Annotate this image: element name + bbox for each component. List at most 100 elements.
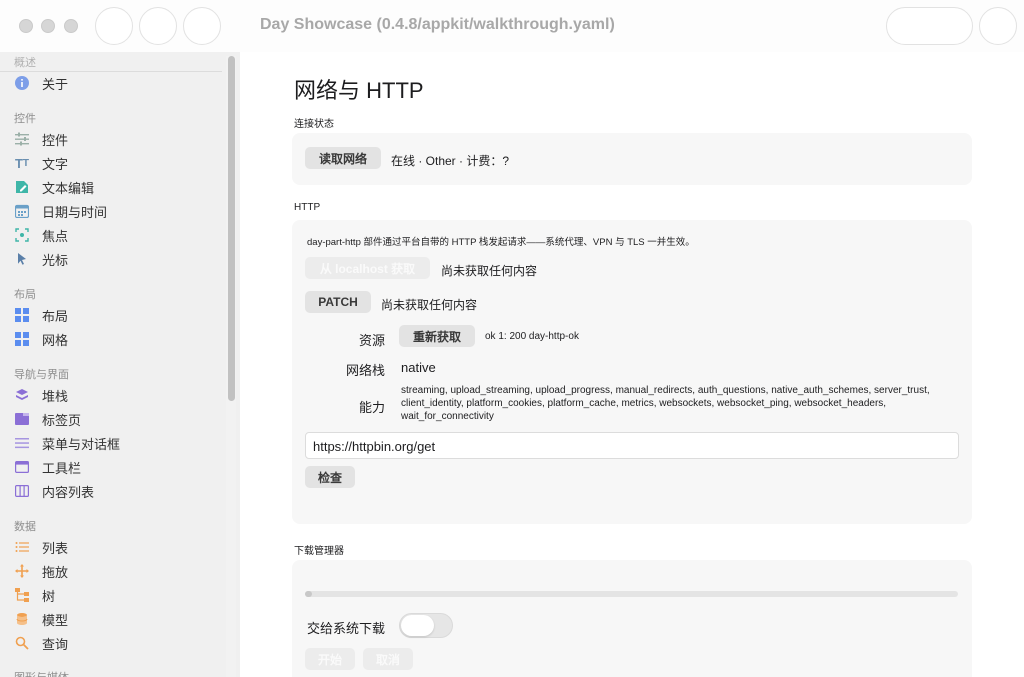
sidebar-item-cursor[interactable]: 光标: [14, 248, 219, 270]
capabilities-label: 能力: [359, 400, 386, 415]
sidebar-item-model[interactable]: 模型: [14, 608, 219, 630]
database-icon: [14, 611, 30, 627]
search-icon: [14, 635, 30, 651]
close-window-button[interactable]: [19, 19, 33, 33]
cancel-button[interactable]: 取消: [363, 648, 413, 670]
sidebar-item-content-list[interactable]: 内容列表: [14, 480, 219, 502]
connection-status-label: 连接状态: [294, 119, 334, 130]
sidebar-item-text[interactable]: TT 文字: [14, 152, 219, 174]
toolbar-button-1[interactable]: [95, 7, 133, 45]
sidebar-item-tabs[interactable]: 标签页: [14, 408, 219, 430]
localhost-status: 尚未获取任何内容: [441, 264, 538, 278]
patch-status: 尚未获取任何内容: [381, 298, 478, 312]
sidebar-section-controls: 控件: [14, 113, 36, 125]
edit-doc-icon: [14, 179, 30, 195]
network-stack-label: 网络栈: [346, 363, 386, 378]
patch-button[interactable]: PATCH: [305, 291, 371, 313]
sidebar-item-about[interactable]: 关于: [14, 72, 219, 94]
sliders-icon: [14, 131, 30, 147]
layout-icon: [14, 307, 30, 323]
sidebar-item-label: 焦点: [42, 228, 69, 244]
page-title: 网络与 HTTP: [294, 78, 424, 103]
window-title: Day Showcase (0.4.8/appkit/walkthrough.y…: [260, 16, 615, 33]
toolbar-icon: [14, 459, 30, 475]
columns-icon: [14, 483, 30, 499]
download-progress-bar: [305, 591, 958, 597]
url-input[interactable]: https://httpbin.org/get: [305, 432, 959, 459]
info-icon: [14, 75, 30, 91]
fetch-localhost-button[interactable]: 从 localhost 获取: [305, 257, 430, 279]
toggle-knob: [401, 615, 434, 636]
connection-panel: 读取网络 在线 · Other · 计费：?: [292, 133, 972, 185]
tabs-icon: [14, 411, 30, 427]
sidebar-section-overview: 概述: [14, 57, 36, 69]
title-bar: Day Showcase (0.4.8/appkit/walkthrough.y…: [0, 0, 1024, 52]
sidebar-item-focus[interactable]: 焦点: [14, 224, 219, 246]
sidebar-section-layout: 布局: [14, 289, 36, 301]
focus-icon: [14, 227, 30, 243]
sidebar-item-label: 日期与时间: [42, 204, 108, 220]
sidebar-item-drag-drop[interactable]: 拖放: [14, 560, 219, 582]
toolbar-pill-button[interactable]: [886, 7, 973, 45]
sidebar-item-grid[interactable]: 网格: [14, 328, 219, 350]
handoff-toggle[interactable]: [399, 613, 453, 638]
connection-status-text: 在线 · Other · 计费：?: [391, 154, 510, 168]
move-icon: [14, 563, 30, 579]
sidebar-item-label: 标签页: [42, 412, 82, 428]
sidebar-item-label: 布局: [42, 308, 69, 324]
sidebar-item-label: 工具栏: [42, 460, 82, 476]
sidebar-item-label: 控件: [42, 132, 69, 148]
sidebar-item-label: 模型: [42, 612, 69, 628]
sidebar-item-toolbar[interactable]: 工具栏: [14, 456, 219, 478]
sidebar: 概述 关于 控件 控件 TT 文字 文本编辑 日期与时间 焦点 光标 布局 布局…: [0, 52, 240, 677]
sidebar-item-label: 查询: [42, 636, 69, 652]
tree-icon: [14, 587, 30, 603]
download-panel: 交给系统下载 开始 取消: [292, 560, 972, 677]
http-panel: day-part-http 部件通过平台自带的 HTTP 栈发起请求——系统代理…: [292, 220, 972, 524]
stack-icon: [14, 387, 30, 403]
text-icon: TT: [14, 155, 30, 171]
list-icon: [14, 539, 30, 555]
resource-value: ok 1: 200 day-http-ok: [485, 331, 579, 342]
toolbar-button-2[interactable]: [139, 7, 177, 45]
sidebar-item-label: 列表: [42, 540, 69, 556]
network-stack-value: native: [401, 360, 436, 375]
sidebar-item-label: 网格: [42, 332, 69, 348]
sidebar-item-date-time[interactable]: 日期与时间: [14, 200, 219, 222]
zoom-window-button[interactable]: [64, 19, 78, 33]
read-network-button[interactable]: 读取网络: [305, 147, 381, 169]
http-description: day-part-http 部件通过平台自带的 HTTP 栈发起请求——系统代理…: [307, 237, 695, 248]
menu-icon: [14, 435, 30, 451]
main-content: 网络与 HTTP 连接状态 读取网络 在线 · Other · 计费：? HTT…: [240, 52, 1024, 677]
cursor-icon: [14, 251, 30, 267]
sidebar-scrollbar-thumb[interactable]: [228, 56, 235, 401]
sidebar-item-list[interactable]: 列表: [14, 536, 219, 558]
toolbar-button-3[interactable]: [183, 7, 221, 45]
sidebar-section-graphics-media: 图形与媒体: [14, 669, 69, 677]
sidebar-item-query[interactable]: 查询: [14, 632, 219, 654]
refetch-button[interactable]: 重新获取: [399, 325, 475, 347]
download-manager-label: 下载管理器: [294, 546, 344, 557]
start-button[interactable]: 开始: [305, 648, 355, 670]
sidebar-item-controls[interactable]: 控件: [14, 128, 219, 150]
resource-label: 资源: [359, 333, 386, 348]
sidebar-item-menus-dialogs[interactable]: 菜单与对话框: [14, 432, 219, 454]
sidebar-section-navigation: 导航与界面: [14, 369, 69, 381]
capabilities-value: streaming, upload_streaming, upload_prog…: [401, 385, 930, 422]
sidebar-item-tree[interactable]: 树: [14, 584, 219, 606]
handoff-label: 交给系统下载: [307, 621, 386, 636]
minimize-window-button[interactable]: [41, 19, 55, 33]
sidebar-item-label: 堆栈: [42, 388, 69, 404]
sidebar-item-label: 树: [42, 588, 56, 604]
sidebar-item-label: 内容列表: [42, 484, 95, 500]
sidebar-item-text-editing[interactable]: 文本编辑: [14, 176, 219, 198]
http-section-label: HTTP: [294, 202, 321, 213]
sidebar-item-stack[interactable]: 堆栈: [14, 384, 219, 406]
calendar-icon: [14, 203, 30, 219]
sidebar-item-layout[interactable]: 布局: [14, 304, 219, 326]
sidebar-item-label: 文字: [42, 156, 69, 172]
sidebar-item-label: 关于: [42, 76, 69, 92]
toolbar-button-4[interactable]: [979, 7, 1017, 45]
sidebar-item-label: 文本编辑: [42, 180, 95, 196]
inspect-button[interactable]: 检查: [305, 466, 355, 488]
